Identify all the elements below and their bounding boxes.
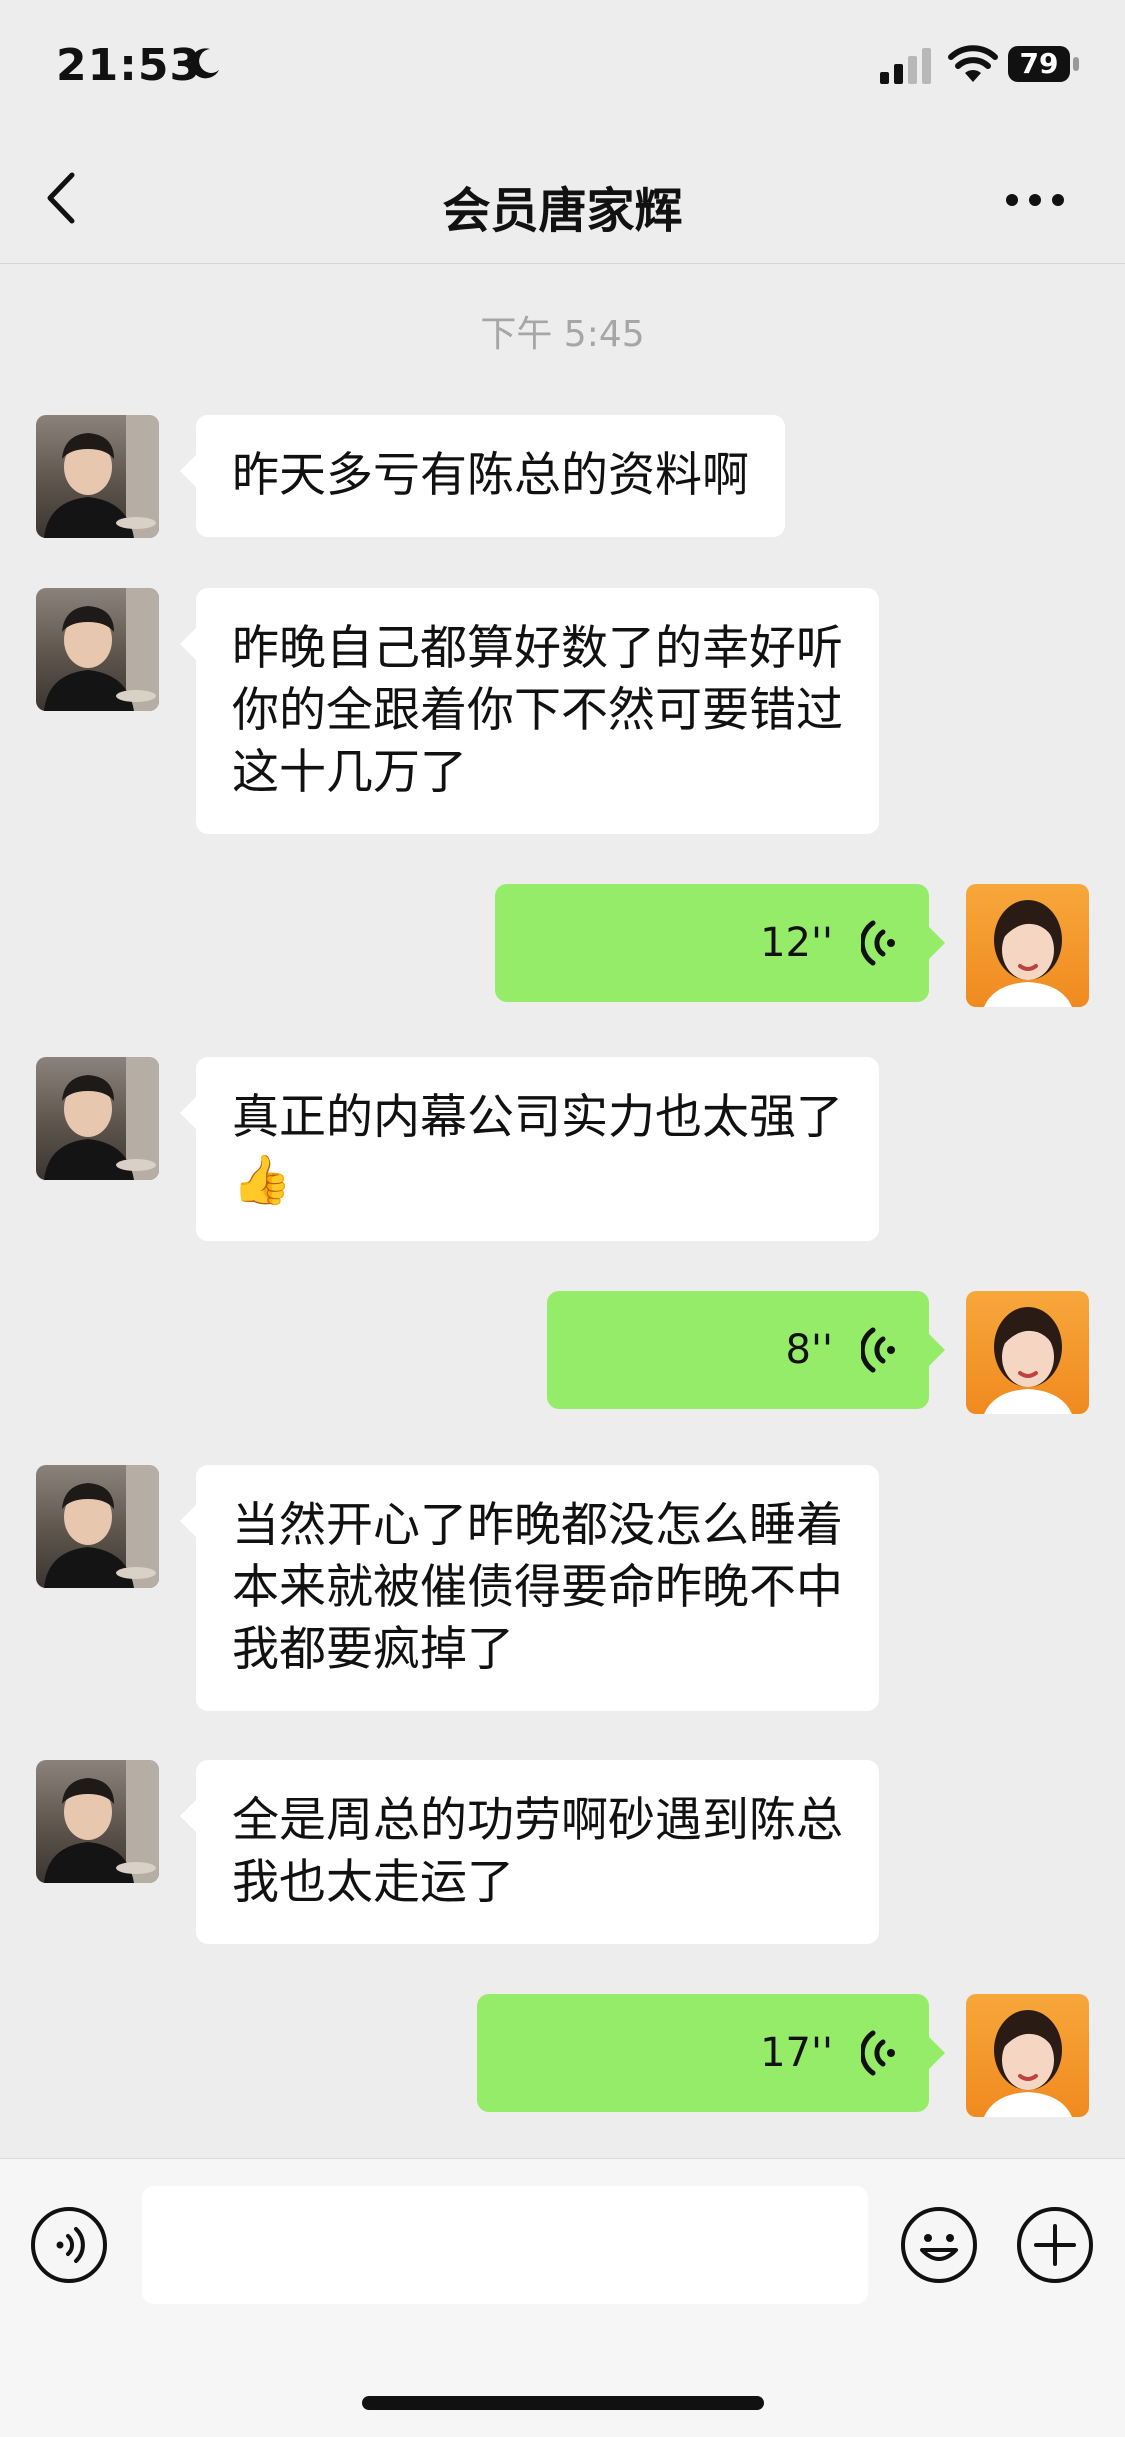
chat-header: 会员唐家辉 — [0, 135, 1125, 264]
contact-avatar[interactable] — [36, 588, 159, 711]
battery-icon: 79 — [1008, 46, 1080, 84]
my-avatar[interactable] — [966, 1994, 1089, 2117]
message-text-line: 这十几万了 — [232, 745, 467, 800]
plus-icon[interactable] — [1016, 2206, 1094, 2284]
contact-avatar[interactable] — [36, 415, 159, 538]
received-message[interactable]: 真正的内幕公司实力也太强了 👍 — [180, 1057, 879, 1241]
voice-message[interactable]: 8'' — [547, 1291, 945, 1409]
status-time: 21:53 — [56, 40, 202, 91]
voice-input-icon[interactable] — [30, 2206, 108, 2284]
chat-title: 会员唐家辉 — [442, 183, 683, 239]
message-text-line: 我都要疯掉了 — [232, 1622, 514, 1677]
message-text-line: 当然开心了昨晚都没怎么睡着 — [232, 1498, 843, 1553]
received-message[interactable]: 全是周总的功劳啊砂遇到陈总 我也太走运了 — [180, 1760, 879, 1944]
my-avatar[interactable] — [966, 884, 1089, 1007]
message-text-line: 你的全跟着你下不然可要错过 — [232, 683, 843, 738]
message-timestamp: 下午 5:45 — [480, 314, 645, 355]
received-message[interactable]: 昨晚自己都算好数了的幸好听 你的全跟着你下不然可要错过 这十几万了 — [180, 588, 879, 834]
message-text-line: 昨晚自己都算好数了的幸好听 — [232, 621, 843, 676]
voice-duration: 17'' — [760, 2030, 833, 2076]
voice-wave-icon — [861, 2030, 895, 2076]
contact-avatar[interactable] — [36, 1465, 159, 1588]
contact-avatar[interactable] — [36, 1057, 159, 1180]
moon-icon — [190, 48, 219, 79]
received-message[interactable]: 当然开心了昨晚都没怎么睡着 本来就被催债得要命昨晚不中 我都要疯掉了 — [180, 1465, 879, 1711]
voice-message[interactable]: 17'' — [477, 1994, 945, 2112]
voice-duration: 12'' — [760, 920, 833, 966]
message-text-line: 真正的内幕公司实力也太强了 — [232, 1090, 843, 1145]
home-indicator[interactable] — [362, 2396, 764, 2410]
wifi-icon — [948, 45, 998, 82]
message-text: 昨天多亏有陈总的资料啊 — [232, 448, 749, 503]
message-input[interactable] — [142, 2186, 868, 2304]
voice-wave-icon — [861, 1327, 895, 1373]
message-text-line: 本来就被催债得要命昨晚不中 — [232, 1560, 843, 1615]
voice-message[interactable]: 12'' — [495, 884, 945, 1002]
contact-avatar[interactable] — [36, 1760, 159, 1883]
status-bar: 21:53 79 — [0, 0, 1125, 135]
voice-duration: 8'' — [785, 1327, 833, 1373]
received-message[interactable]: 昨天多亏有陈总的资料啊 — [180, 415, 785, 537]
thumbs-up-emoji: 👍 — [232, 1152, 292, 1208]
message-text-line: 我也太走运了 — [232, 1855, 514, 1910]
my-avatar[interactable] — [966, 1291, 1089, 1414]
emoji-icon[interactable] — [900, 2206, 978, 2284]
cellular-signal-icon — [880, 48, 931, 84]
battery-level: 79 — [1008, 46, 1070, 82]
more-dots-icon[interactable] — [1000, 175, 1070, 225]
voice-wave-icon — [861, 920, 895, 966]
message-text-line: 全是周总的功劳啊砂遇到陈总 — [232, 1793, 843, 1848]
